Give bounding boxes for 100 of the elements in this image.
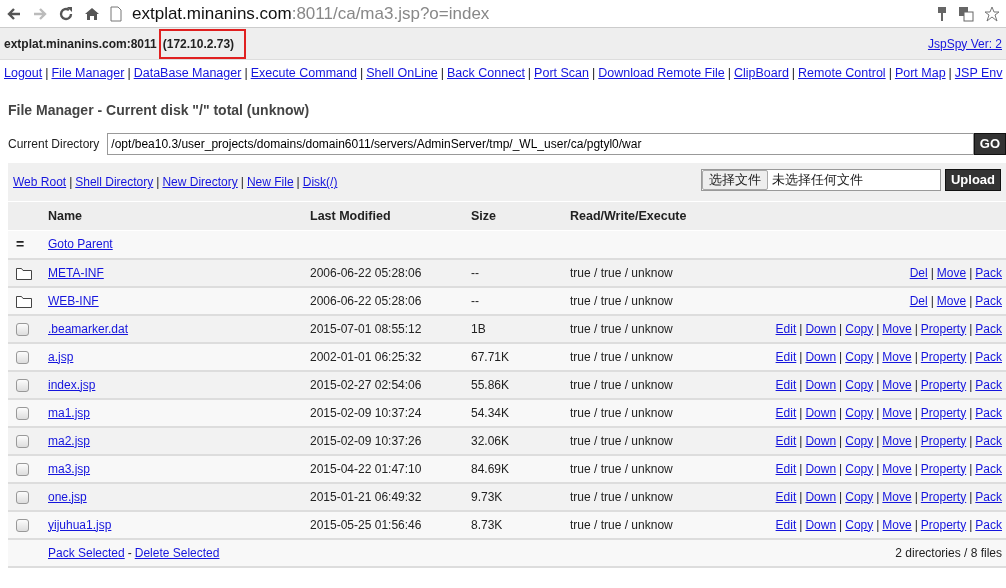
translate-icon[interactable] (958, 5, 974, 22)
reload-icon[interactable] (58, 5, 74, 22)
checkbox[interactable] (16, 434, 29, 448)
checkbox[interactable] (16, 490, 29, 504)
action-link[interactable]: Move (882, 377, 912, 392)
url-text[interactable]: extplat.minanins.com:8011/ca/ma3.jsp?o=index (132, 0, 490, 27)
toolbar-link[interactable]: New Directory (162, 173, 238, 191)
action-link[interactable]: Pack (975, 293, 1002, 308)
nav-link[interactable]: Remote Control (798, 63, 886, 83)
file-link[interactable]: one.jsp (48, 489, 87, 504)
action-link[interactable]: Property (920, 461, 967, 476)
toolbar-link[interactable]: Disk(/) (302, 173, 338, 191)
nav-link[interactable]: Port Map (894, 63, 946, 83)
footer-link[interactable]: Delete Selected (134, 545, 220, 560)
action-link[interactable]: Pack (975, 489, 1002, 504)
action-link[interactable]: Edit (775, 517, 797, 532)
action-link[interactable]: Move (882, 489, 912, 504)
action-link[interactable]: Edit (775, 489, 797, 504)
action-link[interactable]: Down (805, 321, 837, 336)
action-link[interactable]: Copy (845, 405, 874, 420)
action-link[interactable]: Pack (975, 377, 1002, 392)
star-icon[interactable] (984, 5, 1000, 22)
directory-field[interactable]: /opt/bea10.3/user_projects/domains/domain6011/servers/AdminServer/tmp/_WL_user/ca/pgtyl0/war (107, 133, 974, 155)
key-icon[interactable] (936, 5, 948, 22)
file-link[interactable]: ma1.jsp (48, 405, 91, 420)
action-link[interactable]: Copy (845, 461, 874, 476)
file-link[interactable]: index.jsp (48, 377, 96, 392)
checkbox[interactable] (16, 518, 29, 532)
action-link[interactable]: Edit (775, 433, 797, 448)
action-link[interactable]: Property (920, 377, 967, 392)
home-icon[interactable] (84, 5, 100, 22)
action-link[interactable]: Down (805, 433, 837, 448)
action-link[interactable]: Copy (845, 377, 874, 392)
action-link[interactable]: Edit (775, 321, 797, 336)
action-link[interactable]: Edit (775, 349, 797, 364)
toolbar-link[interactable]: Web Root (13, 173, 67, 191)
nav-link[interactable]: Shell OnLine (366, 63, 438, 83)
file-input[interactable]: 选择文件 未选择任何文件 (700, 169, 941, 191)
action-link[interactable]: Pack (975, 265, 1002, 280)
checkbox[interactable] (16, 462, 29, 476)
action-link[interactable]: Move (882, 517, 912, 532)
file-link[interactable]: ma3.jsp (48, 461, 91, 476)
action-link[interactable]: Copy (845, 321, 874, 336)
action-link[interactable]: Property (920, 321, 967, 336)
action-link[interactable]: Property (920, 405, 967, 420)
action-link[interactable]: Property (920, 489, 967, 504)
nav-link[interactable]: Back Connect (447, 63, 525, 83)
checkbox[interactable] (16, 350, 29, 364)
file-link[interactable]: a.jsp (48, 349, 74, 364)
file-link[interactable]: META-INF (48, 265, 104, 280)
action-link[interactable]: Move (936, 265, 967, 280)
action-link[interactable]: Property (920, 349, 967, 364)
action-link[interactable]: Down (805, 461, 837, 476)
action-link[interactable]: Pack (975, 349, 1002, 364)
checkbox[interactable] (16, 406, 29, 420)
upload-button[interactable]: Upload (944, 169, 1001, 191)
action-link[interactable]: Pack (975, 433, 1002, 448)
action-link[interactable]: Move (936, 293, 967, 308)
nav-link[interactable]: JSP Env (954, 63, 1003, 83)
action-link[interactable]: Pack (975, 461, 1002, 476)
action-link[interactable]: Down (805, 377, 837, 392)
file-link[interactable]: .beamarker.dat (48, 321, 129, 336)
nav-link[interactable]: DataBase Manager (133, 63, 242, 83)
nav-link[interactable]: Download Remote File (598, 63, 725, 83)
action-link[interactable]: Move (882, 349, 912, 364)
action-link[interactable]: Pack (975, 517, 1002, 532)
toolbar-link[interactable]: Shell Directory (75, 173, 154, 191)
action-link[interactable]: Move (882, 461, 912, 476)
action-link[interactable]: Copy (845, 517, 874, 532)
action-link[interactable]: Move (882, 321, 912, 336)
action-link[interactable]: Move (882, 405, 912, 420)
go-button[interactable]: GO (973, 133, 1006, 155)
nav-link[interactable]: File Manager (51, 63, 125, 83)
action-link[interactable]: Move (882, 433, 912, 448)
action-link[interactable]: Pack (975, 405, 1002, 420)
file-link[interactable]: ma2.jsp (48, 433, 91, 448)
checkbox[interactable] (16, 378, 29, 392)
forward-icon[interactable] (32, 5, 48, 22)
nav-link[interactable]: Execute Command (250, 63, 357, 83)
file-link[interactable]: WEB-INF (48, 293, 99, 308)
action-link[interactable]: Property (920, 433, 967, 448)
action-link[interactable]: Down (805, 489, 837, 504)
nav-link[interactable]: Logout (4, 63, 43, 83)
toolbar-link[interactable]: New File (246, 173, 294, 191)
action-link[interactable]: Copy (845, 349, 874, 364)
nav-link[interactable]: ClipBoard (733, 63, 789, 83)
action-link[interactable]: Property (920, 517, 967, 532)
action-link[interactable]: Copy (845, 489, 874, 504)
back-icon[interactable] (6, 5, 22, 22)
action-link[interactable]: Copy (845, 433, 874, 448)
action-link[interactable]: Down (805, 405, 837, 420)
action-link[interactable]: Edit (775, 405, 797, 420)
version-link[interactable]: JspSpy Ver: 2 (927, 34, 1002, 53)
action-link[interactable]: Pack (975, 321, 1002, 336)
nav-link[interactable]: Port Scan (534, 63, 589, 83)
footer-link[interactable]: Pack Selected (48, 545, 125, 560)
file-link[interactable]: yijuhua1.jsp (48, 517, 112, 532)
action-link[interactable]: Edit (775, 461, 797, 476)
checkbox[interactable] (16, 322, 29, 336)
action-link[interactable]: Del (909, 293, 928, 308)
